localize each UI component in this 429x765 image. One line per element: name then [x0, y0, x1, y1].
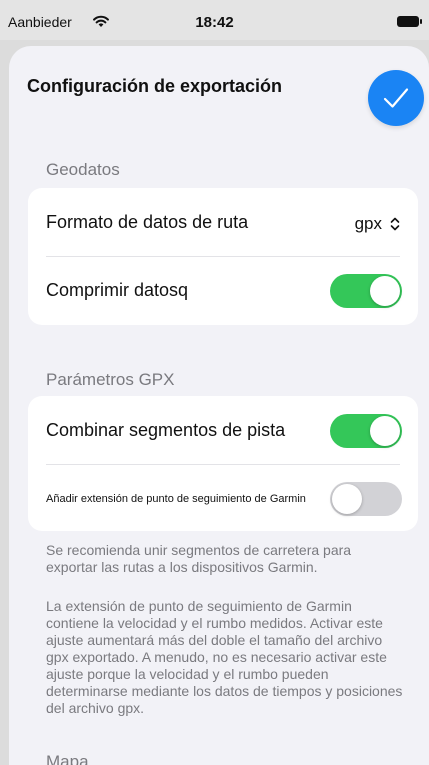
screen: Aanbieder 18:42 Configuración de exporta… [0, 0, 429, 765]
garmin-extension-row: Añadir extensión de punto de seguimiento… [28, 464, 418, 532]
section-header-map: Mapa [46, 752, 89, 765]
footnote-merge-segments: Se recomienda unir segmentos de carreter… [46, 542, 352, 575]
route-format-row[interactable]: Formato de datos de ruta gpx [28, 188, 418, 256]
merge-segments-label: Combinar segmentos de pista [46, 420, 286, 440]
done-button[interactable] [368, 70, 424, 126]
route-format-label: Formato de datos de ruta [46, 212, 249, 232]
route-format-picker[interactable]: gpx [355, 210, 400, 238]
battery-icon [397, 16, 422, 27]
clock: 18:42 [195, 14, 234, 31]
merge-segments-toggle[interactable] [330, 414, 402, 448]
toggle-knob [370, 276, 400, 306]
garmin-extension-label: Añadir extensión de punto de seguimiento… [46, 493, 306, 505]
geodata-group: Formato de datos de ruta gpx Comprimir d… [28, 188, 418, 325]
footnote-garmin-extension: La extensión de punto de seguimiento de … [46, 598, 403, 716]
garmin-extension-toggle[interactable] [330, 482, 402, 516]
route-format-value: gpx [354, 214, 382, 233]
section-header-geodata: Geodatos [46, 160, 120, 179]
compress-label: Comprimir datosq [46, 280, 189, 300]
checkmark-icon [383, 88, 409, 108]
chevron-up-down-icon [390, 217, 400, 231]
merge-segments-row: Combinar segmentos de pista [28, 396, 418, 464]
compress-row: Comprimir datosq [28, 256, 418, 324]
toggle-knob [332, 484, 362, 514]
status-bar: Aanbieder 18:42 [0, 0, 429, 40]
export-settings-sheet: Configuración de exportación Geodatos Fo… [9, 46, 429, 765]
toggle-knob [370, 416, 400, 446]
gpx-group: Combinar segmentos de pista Añadir exten… [28, 396, 418, 531]
sheet-title: Configuración de exportación [27, 76, 283, 96]
section-header-gpx: Parámetros GPX [46, 370, 175, 389]
compress-toggle[interactable] [330, 274, 402, 308]
